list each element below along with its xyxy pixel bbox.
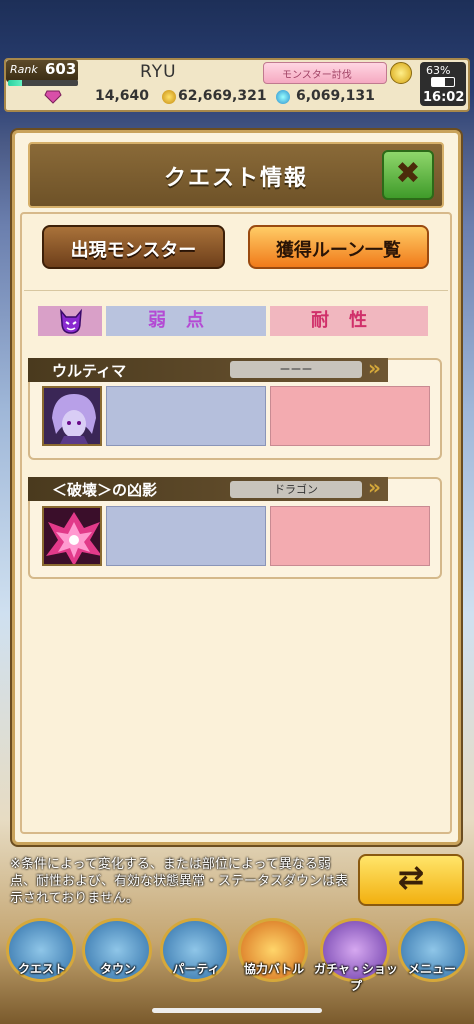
tab-appearing-monsters-label[interactable]: 出現モンスター [42,236,225,262]
home-indicator[interactable] [152,1008,322,1013]
nav-menu-label: メニュー [407,962,456,976]
monster-name: ＜破壊＞の凶影 [52,481,158,499]
tab-rune-list-label[interactable]: 獲得ルーン一覧 [248,236,429,262]
gem-icon [44,90,62,104]
chevron-right-icon: » [368,475,381,499]
monster-type: ドラゴン [230,481,362,498]
gold-icon [162,90,176,104]
nav-menu[interactable]: メニュー [396,918,472,990]
nav-town[interactable]: タウン [80,918,156,990]
nav-quest-label: クエスト [17,962,66,976]
coin-icon[interactable] [390,62,412,84]
battery-fill [432,78,445,86]
clock: 16:02 [423,90,465,105]
gem-count: 14,640 [95,88,150,104]
resist-cell [270,506,430,566]
weak-cell [106,386,266,446]
nav-gacha-shop-label: ガチャ・ショップ [314,962,398,993]
footnote: ※条件によって変化する、または部位によって異なる弱点、耐性および、有効な状態異常… [10,857,349,906]
exp-bar-fill [8,80,22,86]
exp-bar [8,80,78,86]
chevron-right-icon: » [368,356,381,380]
rank-value: 603 [45,60,77,78]
resist-cell [270,386,430,446]
event-badge-label: モンスター討伐 [282,70,352,81]
monster-portrait[interactable] [42,386,102,446]
weak-header-label: 弱点 [148,310,224,331]
nav-quest[interactable]: クエスト [4,918,80,990]
monster-name: ウルティマ [52,362,127,380]
battery-percent: 63% [426,64,451,77]
divider [24,290,448,291]
nav-coop-battle[interactable]: 協力バトル [236,918,312,990]
nav-coop-battle-label: 協力バトル [243,962,305,976]
demon-icon [60,308,82,334]
monster-portrait[interactable] [42,506,102,566]
nav-town-label: タウン [99,962,136,976]
resist-header-label: 耐性 [311,310,387,331]
nav-gacha-shop[interactable]: ガチャ・ショップ [314,918,398,993]
nav-party[interactable]: パーティ [158,918,234,990]
player-name: RYU [140,62,177,82]
nav-party-label: パーティ [172,962,220,976]
rank-label: Rank [10,63,38,76]
gold-count: 62,669,321 [178,88,267,104]
weak-cell [106,506,266,566]
point-count: 6,069,131 [296,88,375,104]
point-icon [276,90,290,104]
swap-icon[interactable]: ⇄ [358,858,464,896]
monster-type: ーーー [230,361,362,378]
close-icon[interactable]: ✖ [382,156,434,191]
